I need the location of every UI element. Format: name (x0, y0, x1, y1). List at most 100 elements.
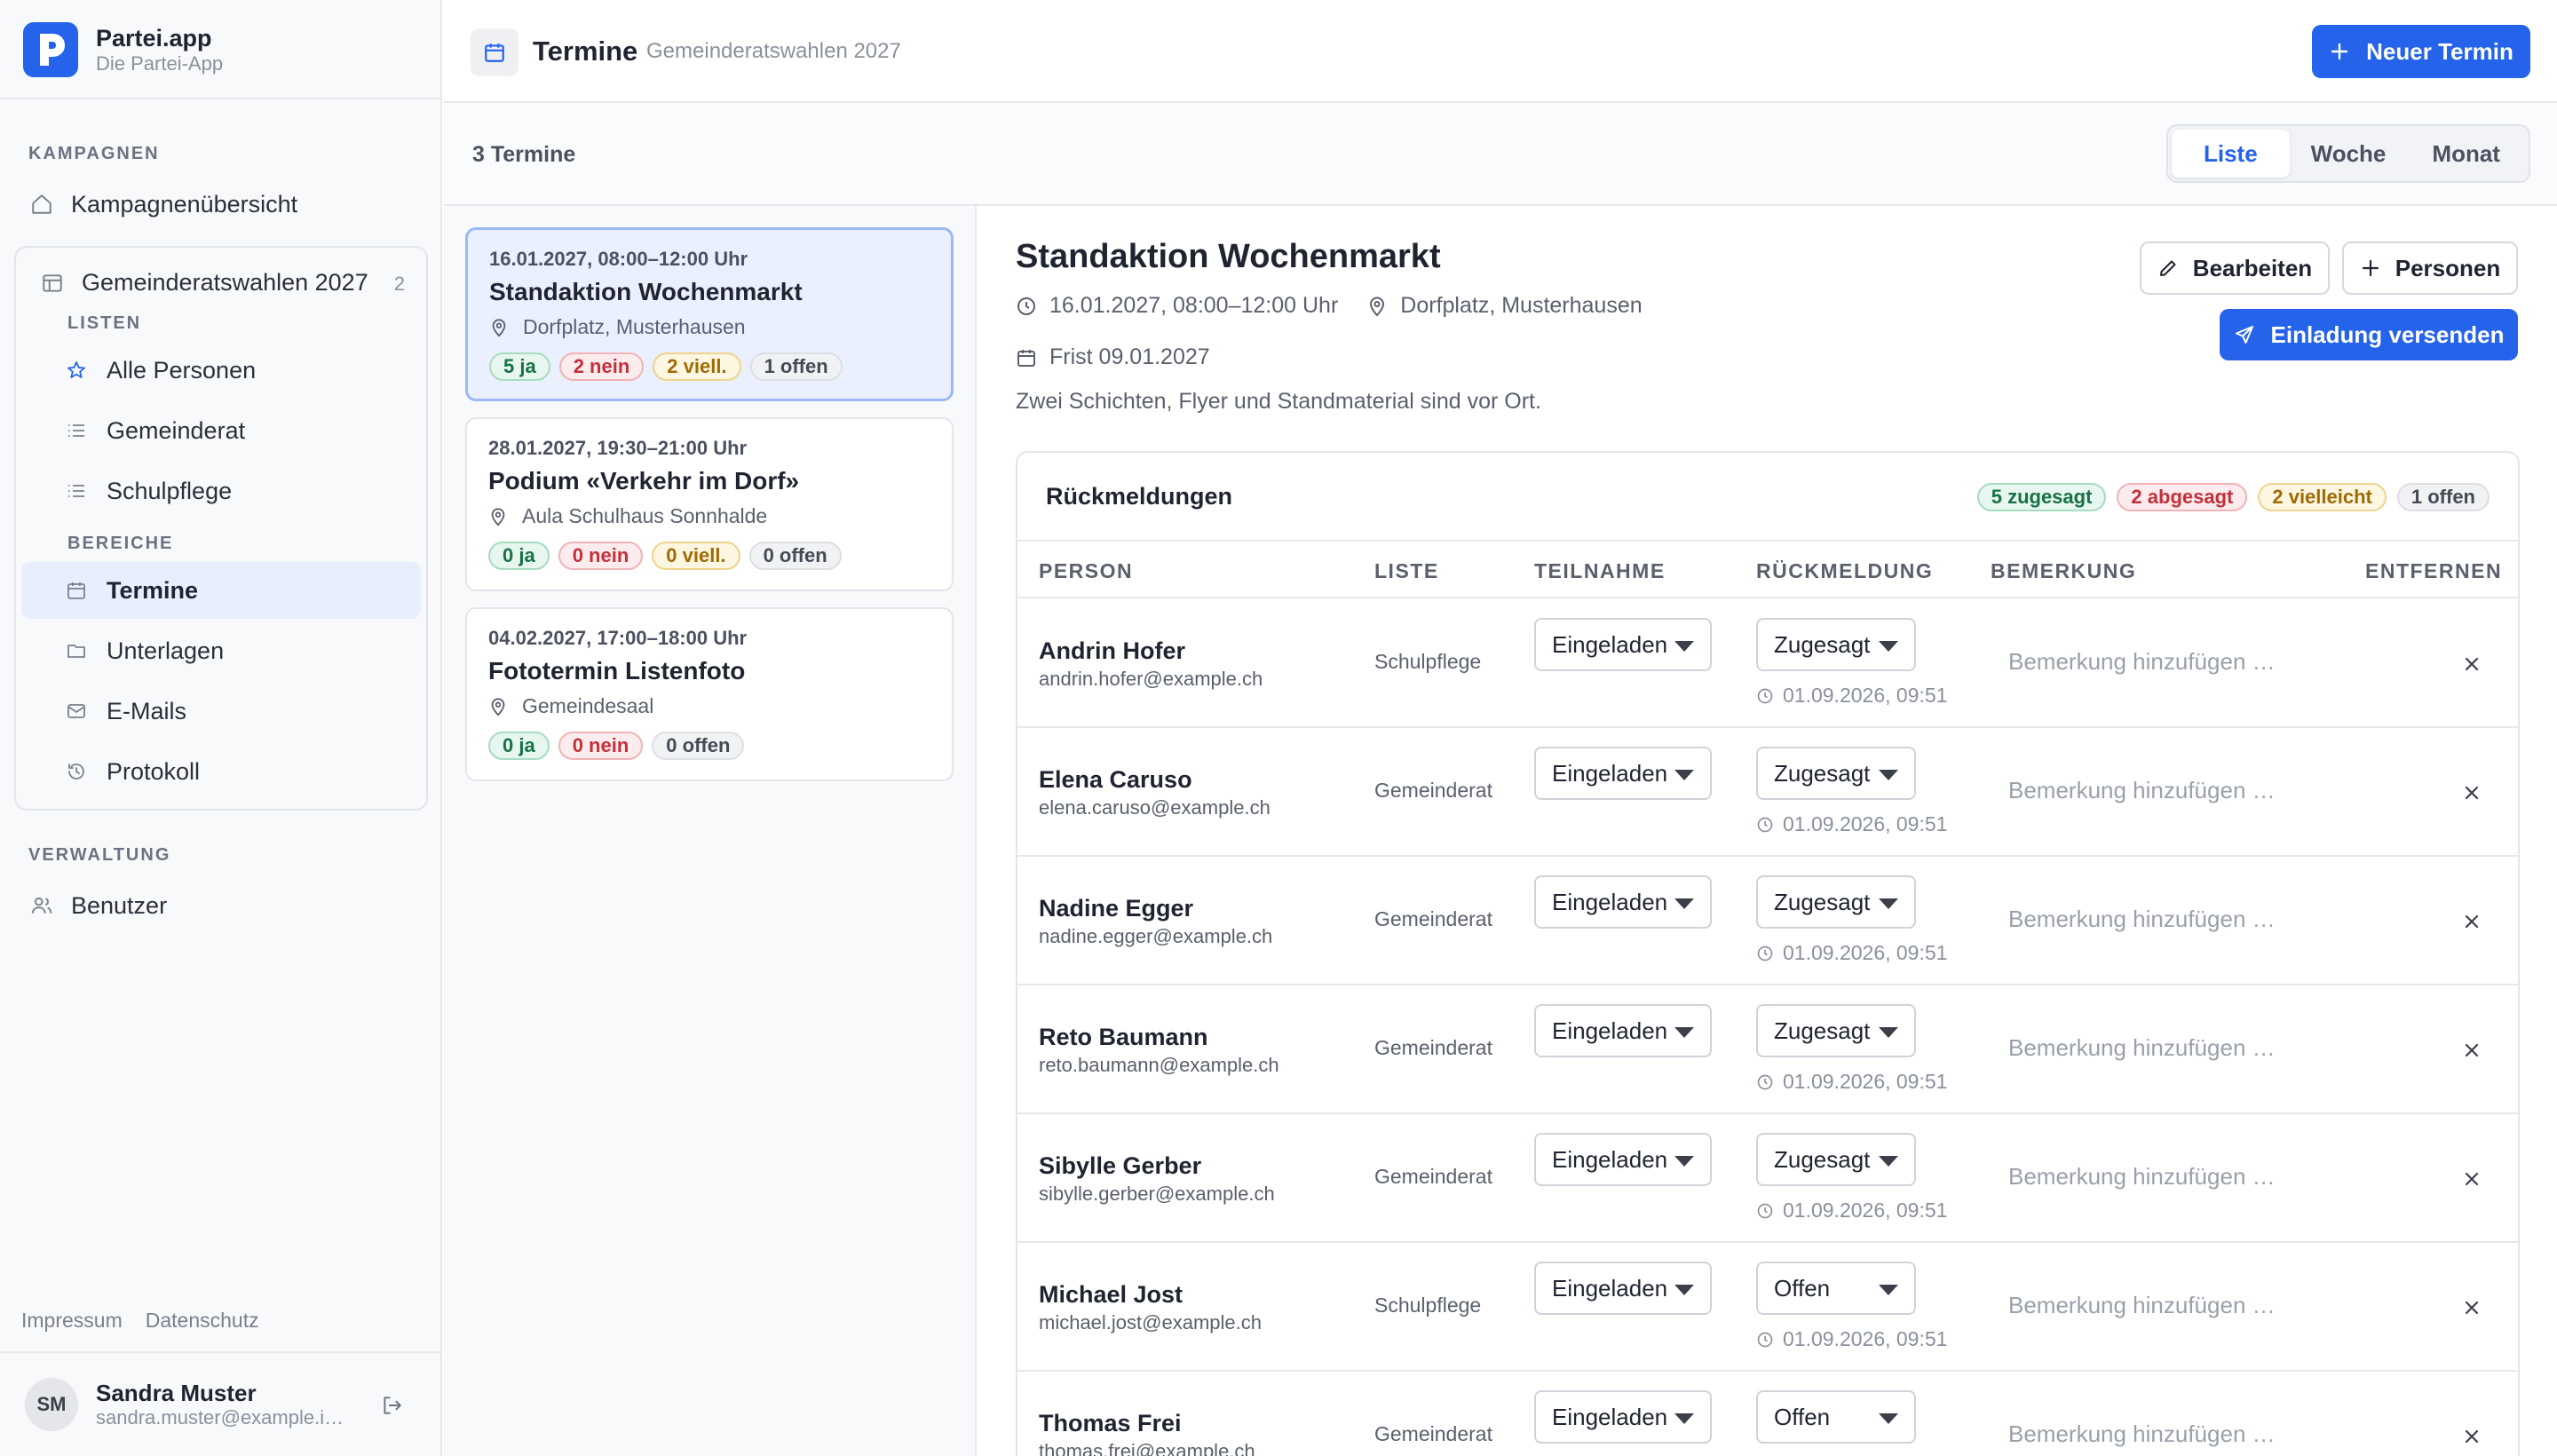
send-invitation-button[interactable]: Einladung versenden (2220, 309, 2518, 360)
sidebar-item-label: Gemeinderat (107, 416, 246, 444)
remark-input[interactable]: Bemerkung hinzufügen … (2008, 1163, 2276, 1191)
participation-select[interactable]: Eingeladen (1534, 618, 1712, 671)
chevron-down-icon (1674, 641, 1694, 652)
sidebar-item-emails[interactable]: E-Mails (21, 683, 421, 740)
response-select[interactable]: Zugesagt (1756, 1004, 1916, 1057)
edit-button[interactable]: Bearbeiten (2140, 241, 2330, 295)
datenschutz-link[interactable]: Datenschutz (146, 1309, 259, 1333)
layout-icon (41, 272, 64, 295)
chevron-down-icon (1879, 641, 1898, 652)
response-select[interactable]: Zugesagt (1756, 1133, 1916, 1186)
campaign-title[interactable]: Gemeinderatswahlen 2027 (41, 269, 368, 297)
response-select[interactable]: Offen (1756, 1390, 1916, 1444)
remark-input[interactable]: Bemerkung hinzufügen … (2008, 1420, 2276, 1448)
impressum-link[interactable]: Impressum (21, 1309, 123, 1333)
participation-value: Eingeladen (1552, 1403, 1668, 1430)
logout-icon[interactable] (380, 1394, 403, 1417)
participation-select[interactable]: Eingeladen (1534, 1004, 1712, 1057)
participation-select[interactable]: Eingeladen (1534, 1390, 1712, 1444)
person-list: Gemeinderat (1374, 1165, 1492, 1188)
response-time-text: 01.09.2026, 09:51 (1783, 812, 1948, 835)
map-pin-icon (488, 507, 508, 526)
view-tab-woche[interactable]: Woche (2290, 130, 2408, 178)
badge-open: 0 offen (652, 732, 745, 760)
person-email: sibylle.gerber@example.ch (1039, 1183, 1275, 1205)
event-card[interactable]: 04.02.2027, 17:00–18:00 Uhr Fototermin L… (465, 607, 954, 781)
avatar[interactable]: SM (25, 1378, 78, 1431)
page-subtitle: Gemeinderatswahlen 2027 (646, 39, 901, 63)
chevron-down-icon (1674, 770, 1694, 780)
sidebar-item-label: Schulpflege (107, 477, 233, 504)
close-icon[interactable] (2461, 653, 2482, 675)
remark-input[interactable]: Bemerkung hinzufügen … (2008, 906, 2276, 933)
sidebar-item-alle-personen[interactable]: Alle Personen (21, 342, 421, 399)
response-select[interactable]: Zugesagt (1756, 618, 1916, 671)
clock-icon (1756, 1073, 1774, 1091)
event-detail-datetime: 16.01.2027, 08:00–12:00 Uhr (1049, 293, 1339, 318)
close-icon[interactable] (2461, 1297, 2482, 1318)
sidebar-item-protokoll[interactable]: Protokoll (21, 743, 421, 800)
event-location: Aula Schulhaus Sonnhalde (488, 504, 767, 528)
response-select[interactable]: Zugesagt (1756, 747, 1916, 800)
event-card[interactable]: 16.01.2027, 08:00–12:00 Uhr Standaktion … (465, 227, 954, 401)
remark-input[interactable]: Bemerkung hinzufügen … (2008, 1034, 2276, 1062)
event-date: 16.01.2027, 08:00–12:00 Uhr (489, 248, 748, 270)
brand[interactable]: Partei.app Die Partei-App (23, 21, 223, 78)
response-value: Zugesagt (1774, 1145, 1871, 1173)
person-list: Gemeinderat (1374, 907, 1492, 930)
response-select[interactable]: Zugesagt (1756, 875, 1916, 929)
badge-no: 0 nein (558, 732, 644, 760)
sidebar-item-gemeinderat[interactable]: Gemeinderat (21, 402, 421, 459)
remark-input[interactable]: Bemerkung hinzufügen … (2008, 648, 2276, 676)
column-header-remark: BEMERKUNG (1991, 559, 2137, 582)
participation-select[interactable]: Eingeladen (1534, 747, 1712, 800)
view-tab-liste[interactable]: Liste (2172, 130, 2290, 178)
plus-icon (2360, 257, 2381, 279)
response-timestamp: 01.09.2026, 09:51 (1756, 941, 1947, 965)
add-persons-button[interactable]: Personen (2342, 241, 2518, 295)
brand-subtitle: Die Partei-App (96, 52, 224, 75)
response-time-text: 01.09.2026, 09:51 (1783, 1327, 1948, 1350)
close-icon[interactable] (2461, 911, 2482, 932)
campaign-count: 2 (393, 273, 405, 295)
participation-select[interactable]: Eingeladen (1534, 1262, 1712, 1315)
participation-value: Eingeladen (1552, 1017, 1668, 1044)
sidebar-item-campaign-overview[interactable]: Kampagnenübersicht (30, 186, 297, 222)
clock-icon (1016, 296, 1037, 317)
close-icon[interactable] (2461, 1426, 2482, 1447)
column-header-participation: TEILNAHME (1534, 559, 1666, 582)
close-icon[interactable] (2461, 782, 2482, 803)
close-icon[interactable] (2461, 1168, 2482, 1190)
close-icon[interactable] (2461, 1040, 2482, 1061)
response-value: Zugesagt (1774, 759, 1871, 787)
sidebar-item-benutzer[interactable]: Benutzer (30, 888, 167, 923)
view-tab-monat[interactable]: Monat (2407, 130, 2525, 178)
participation-value: Eingeladen (1552, 888, 1668, 915)
person-list: Schulpflege (1374, 1294, 1482, 1317)
chevron-down-icon (1674, 1156, 1694, 1167)
event-location-text: Dorfplatz, Musterhausen (523, 315, 746, 338)
participation-select[interactable]: Eingeladen (1534, 875, 1712, 929)
event-card[interactable]: 28.01.2027, 19:30–21:00 Uhr Podium «Verk… (465, 417, 954, 591)
chevron-down-icon (1674, 1413, 1694, 1424)
chevron-down-icon (1879, 770, 1898, 780)
remark-input[interactable]: Bemerkung hinzufügen … (2008, 1292, 2276, 1319)
clock-icon (1756, 687, 1774, 705)
response-select[interactable]: Offen (1756, 1262, 1916, 1315)
sidebar-item-termine[interactable]: Termine (21, 562, 421, 619)
badge-maybe: 2 viell. (653, 352, 741, 381)
chevron-down-icon (1879, 898, 1898, 909)
sidebar-item-unterlagen[interactable]: Unterlagen (21, 622, 421, 679)
sidebar-item-label: Termine (107, 576, 199, 604)
new-event-button[interactable]: Neuer Termin (2312, 25, 2530, 78)
response-time-text: 01.09.2026, 09:51 (1783, 941, 1948, 964)
remark-input[interactable]: Bemerkung hinzufügen … (2008, 777, 2276, 804)
badge-yes: 5 ja (489, 352, 550, 381)
section-heading-admin: VERWALTUNG (28, 845, 171, 865)
sidebar: Partei.app Die Partei-App KAMPAGNEN Kamp… (0, 0, 442, 1456)
sidebar-item-schulpflege[interactable]: Schulpflege (21, 463, 421, 519)
new-event-label: Neuer Termin (2366, 37, 2513, 65)
chevron-down-icon (1879, 1413, 1898, 1424)
map-pin-icon (1366, 296, 1388, 317)
participation-select[interactable]: Eingeladen (1534, 1133, 1712, 1186)
